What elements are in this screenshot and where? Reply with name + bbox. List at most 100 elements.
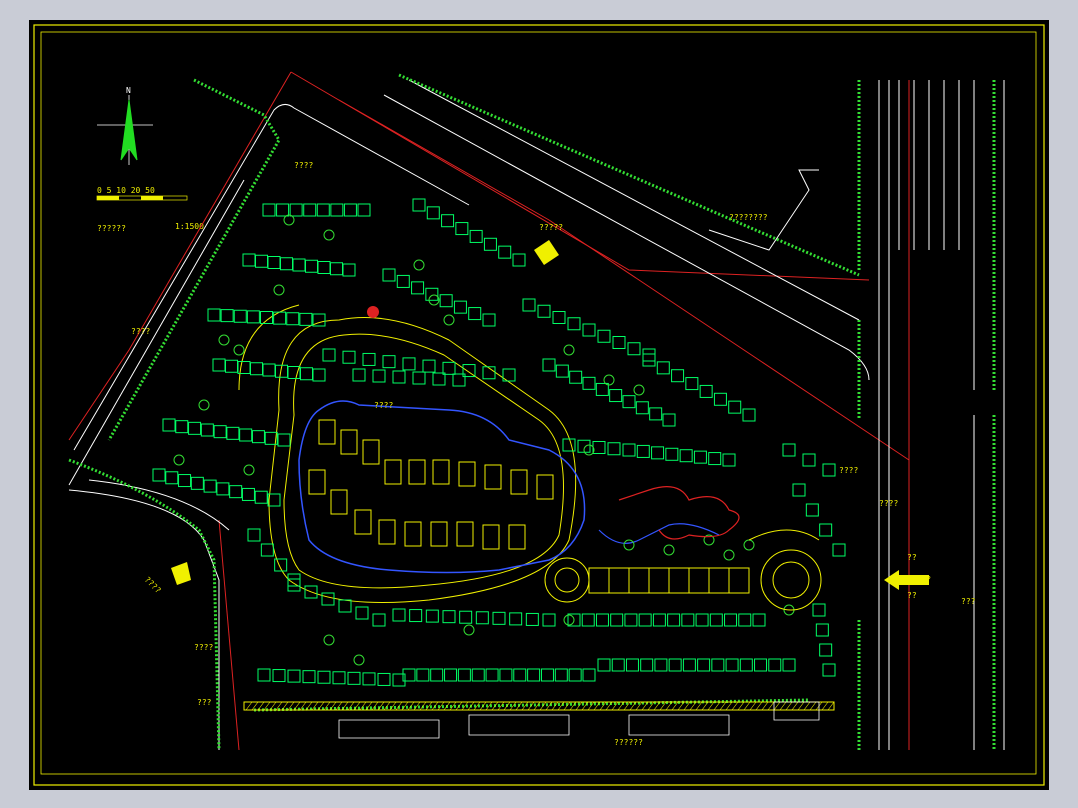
residential-unit [272, 669, 286, 683]
residential-unit [165, 471, 179, 485]
drawing-title: ?????? [97, 224, 126, 233]
residential-unit [609, 389, 623, 403]
tree-icon [273, 284, 285, 296]
residential-unit [257, 668, 271, 682]
residential-unit [681, 613, 695, 627]
residential-unit [711, 658, 725, 672]
residential-unit [475, 611, 489, 625]
residential-unit [412, 198, 426, 212]
residential-unit [567, 317, 581, 331]
residential-unit [627, 342, 641, 356]
residential-unit [685, 377, 699, 391]
label-east-a: ???? [839, 466, 858, 475]
lake [298, 400, 586, 574]
label-southwest-entrance: ???? [143, 575, 163, 595]
residential-unit [342, 263, 356, 277]
residential-blocks [152, 198, 846, 687]
residential-unit [317, 670, 331, 684]
scale-bar: 0 5 10 20 50 ?????? 1:1500 [96, 186, 204, 233]
residential-unit [622, 395, 636, 409]
residential-unit [527, 668, 541, 682]
north-entrance-arrow-icon [534, 240, 559, 265]
residential-unit [312, 368, 326, 382]
residential-unit [289, 203, 303, 217]
residential-unit [457, 668, 471, 682]
residential-unit [455, 222, 469, 236]
residential-unit [597, 329, 611, 343]
residential-unit [300, 367, 313, 381]
residential-unit [188, 421, 202, 435]
residential-unit [303, 203, 317, 217]
residential-unit [812, 603, 826, 617]
residential-unit [768, 658, 782, 672]
landscape-trees [173, 214, 795, 666]
residential-unit [396, 274, 410, 288]
tree-icon [463, 624, 475, 636]
residential-unit [229, 485, 243, 499]
residential-unit [562, 438, 576, 452]
residential-unit [207, 308, 221, 322]
residential-unit [439, 294, 453, 308]
tree-icon [723, 549, 735, 561]
residential-unit [287, 669, 301, 683]
residential-unit [352, 368, 366, 382]
label-east-b: ?? [907, 553, 917, 562]
residential-unit [254, 490, 268, 504]
residential-unit [372, 613, 386, 627]
label-northeast-road: ????? [539, 223, 563, 232]
residential-unit [642, 353, 656, 367]
residential-unit [792, 483, 806, 497]
residential-unit [697, 658, 711, 672]
residential-unit [568, 668, 582, 682]
residential-unit [255, 254, 268, 268]
tree-icon [173, 454, 185, 466]
lakeside-villas [308, 419, 554, 550]
residential-unit [212, 358, 226, 372]
residential-unit [305, 259, 318, 273]
residential-unit [693, 450, 707, 464]
residential-unit [152, 468, 166, 482]
residential-unit [742, 408, 756, 422]
residential-unit [392, 370, 406, 384]
residential-unit [636, 444, 650, 458]
label-west-side: ???? [131, 327, 150, 336]
label-top-left-street: ???? [294, 161, 313, 170]
tree-icon [323, 634, 335, 646]
residential-unit [247, 528, 261, 542]
residential-unit [412, 371, 426, 385]
residential-unit [468, 307, 482, 321]
residential-unit [713, 392, 727, 406]
existing-northeast-building [708, 169, 819, 251]
interior-ring-road [238, 304, 577, 603]
residential-unit [277, 433, 291, 447]
label-northeast-building: ???????? [729, 213, 768, 222]
residential-unit [411, 281, 425, 295]
residential-unit [802, 453, 816, 467]
residential-unit [220, 309, 234, 323]
residential-unit [330, 203, 344, 217]
residential-unit [485, 668, 499, 682]
residential-unit [652, 613, 666, 627]
residential-unit [343, 203, 357, 217]
residential-unit [425, 609, 439, 623]
residential-unit [402, 357, 416, 371]
residential-unit [342, 350, 356, 364]
residential-unit [292, 258, 306, 272]
residential-unit [178, 474, 192, 488]
residential-unit [430, 668, 444, 682]
residential-unit [671, 369, 685, 383]
residential-unit [175, 420, 189, 434]
residential-unit [513, 668, 527, 682]
residential-unit [540, 668, 554, 682]
residential-unit [611, 658, 625, 672]
residential-unit [552, 311, 566, 324]
residential-unit [262, 363, 276, 377]
residential-unit [582, 323, 596, 337]
residential-unit [332, 671, 346, 685]
residential-unit [382, 355, 396, 369]
residential-unit [492, 611, 506, 625]
residential-unit [635, 401, 649, 415]
residential-unit [651, 446, 665, 460]
residential-unit [498, 245, 512, 259]
residential-unit [226, 426, 240, 440]
